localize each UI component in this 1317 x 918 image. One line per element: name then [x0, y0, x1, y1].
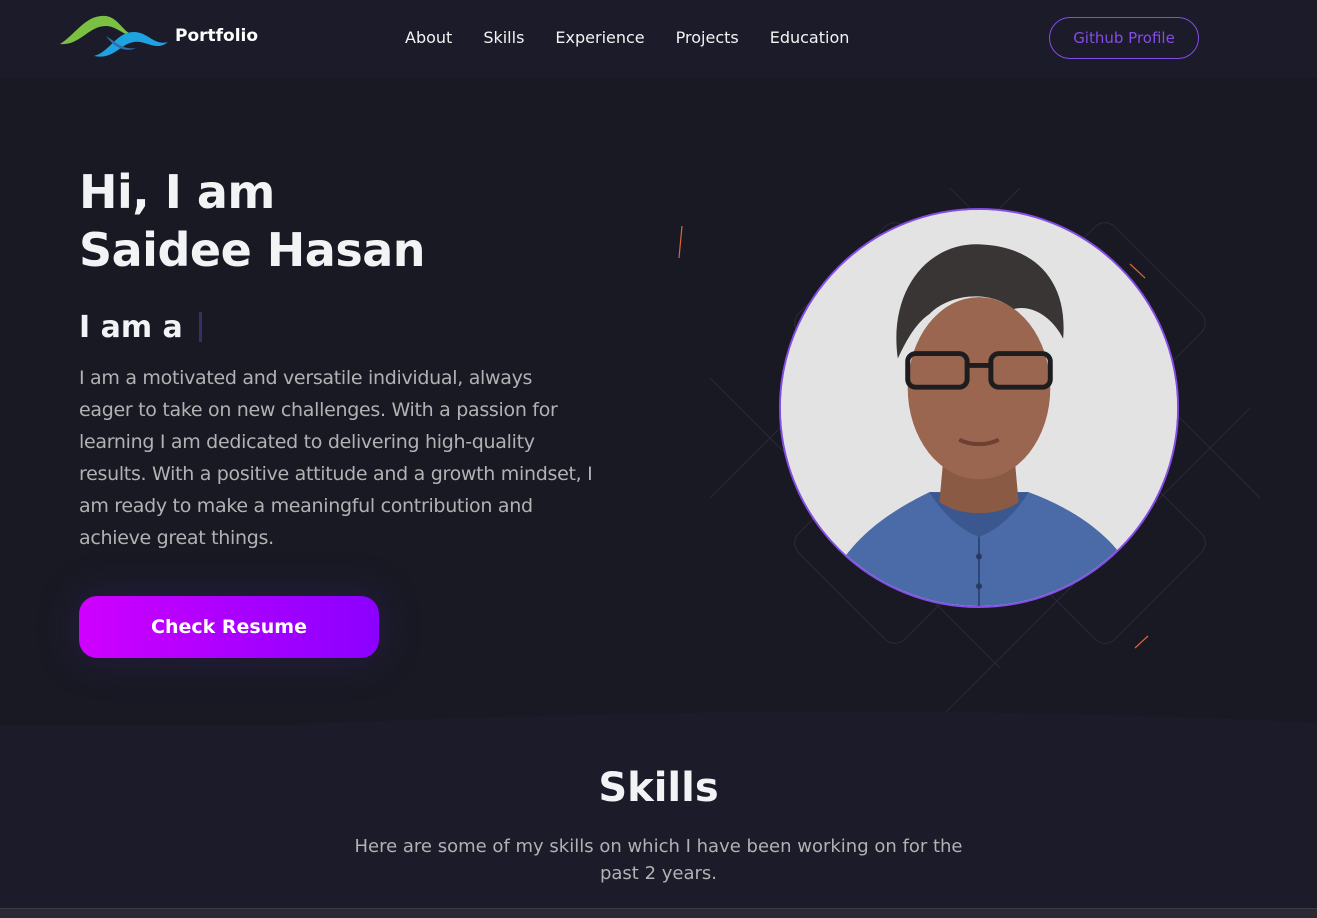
logo-wave-icon: [60, 15, 168, 57]
section-divider-wave: [0, 711, 1317, 745]
bio-line: I am a motivated and versatile individua…: [79, 367, 533, 389]
role-prefix: I am a: [79, 310, 183, 345]
skills-desc-line: Here are some of my skills on which I ha…: [354, 836, 963, 857]
check-resume-button[interactable]: Check Resume: [79, 596, 379, 658]
role-typewriter: I am a: [79, 310, 202, 346]
logo[interactable]: Portfolio: [58, 12, 258, 64]
skills-desc-line: past 2 years.: [599, 863, 718, 884]
decor-spark: [678, 225, 683, 259]
name-line: Saidee Hasan: [79, 223, 426, 277]
nav-link-about[interactable]: About: [405, 27, 452, 49]
bio-line: learning I am dedicated to delivering hi…: [79, 431, 535, 453]
hero-bio: I am a motivated and versatile individua…: [79, 362, 639, 554]
nav-links: About Skills Experience Projects Educati…: [388, 27, 880, 49]
portfolio-page: Portfolio About Skills Experience Projec…: [0, 0, 1317, 918]
bio-line: achieve great things.: [79, 527, 274, 549]
skills-title: Skills: [598, 765, 719, 811]
typing-cursor: [198, 312, 202, 342]
skills-description: Here are some of my skills on which I ha…: [0, 833, 1317, 887]
bio-line: eager to take on new challenges. With a …: [79, 399, 558, 421]
bio-line: am ready to make a meaningful contributi…: [79, 495, 533, 517]
nav-link-projects[interactable]: Projects: [676, 27, 739, 49]
github-profile-button[interactable]: Github Profile: [1049, 17, 1199, 59]
nav-link-experience[interactable]: Experience: [555, 27, 644, 49]
hero-heading: Hi, I am Saidee Hasan: [79, 163, 426, 279]
nav-link-education[interactable]: Education: [770, 27, 850, 49]
logo-text: Portfolio: [175, 26, 259, 46]
profile-portrait-illustration: [781, 210, 1177, 606]
bottom-edge-bar: [0, 908, 1317, 918]
top-nav: Portfolio About Skills Experience Projec…: [0, 0, 1317, 78]
bio-line: results. With a positive attitude and a …: [79, 463, 593, 485]
greeting-line: Hi, I am: [79, 165, 275, 219]
nav-link-skills[interactable]: Skills: [483, 27, 524, 49]
profile-photo: [779, 208, 1179, 608]
